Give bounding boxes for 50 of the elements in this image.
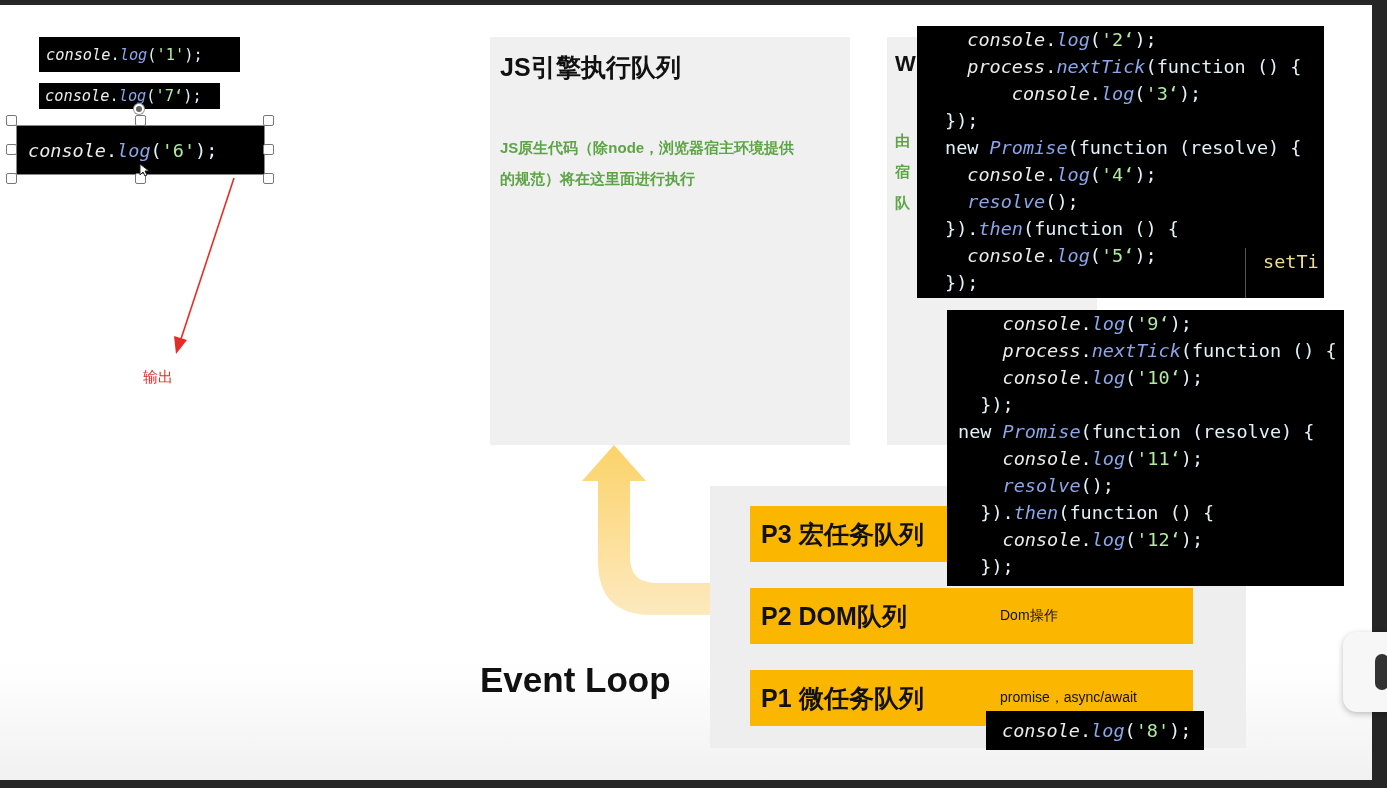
code-line: new Promise(function (resolve) { xyxy=(945,136,1302,160)
code-line: }); xyxy=(979,393,1014,417)
resize-handle[interactable] xyxy=(6,173,17,184)
queue-label: P1 微任务队列 xyxy=(761,682,925,714)
code-line: console.log('1'); xyxy=(46,45,203,64)
code-snippet[interactable]: console.log('8'); xyxy=(986,711,1204,750)
code-line: console.log('6'); xyxy=(28,139,218,161)
panel-title: W xyxy=(895,51,916,77)
code-line: console.log('8'); xyxy=(1002,720,1192,741)
resize-handle[interactable] xyxy=(6,115,17,126)
code-line: console.log('5‘); xyxy=(966,244,1157,268)
resize-handle[interactable] xyxy=(263,115,274,126)
resize-handle[interactable] xyxy=(263,144,274,155)
floating-handle-icon[interactable] xyxy=(1343,632,1387,712)
code-line: console.log('3‘); xyxy=(1010,82,1202,106)
panel-text: JS原生代码（除node，浏览器宿主环境提供 的规范）将在这里面进行执行 xyxy=(500,138,795,189)
code-line: }); xyxy=(945,271,979,295)
resize-handle[interactable] xyxy=(134,115,146,126)
code-line: console.log('4‘); xyxy=(966,163,1157,187)
panel-title: JS引擎执行队列 xyxy=(500,52,681,83)
panel-text: 由 宿 队 xyxy=(895,131,910,213)
code-line: }).then(function () { xyxy=(945,217,1179,241)
code-line: process.nextTick(function () { xyxy=(1001,339,1337,363)
code-line: console.log('7‘); xyxy=(45,87,202,105)
queue-note: promise，async/await xyxy=(1000,689,1137,707)
code-line: console.log('10‘); xyxy=(1001,366,1204,390)
resize-handle[interactable] xyxy=(263,173,274,184)
code-line: console.log('2‘); xyxy=(966,28,1157,52)
code-line: console.log('11‘); xyxy=(1001,447,1204,471)
code-line: console.log('12‘); xyxy=(1001,528,1204,552)
code-line: }); xyxy=(945,109,979,133)
rotate-handle[interactable] xyxy=(133,104,144,114)
code-snippet[interactable]: console.log('6'); xyxy=(17,126,264,174)
code-line: new Promise(function (resolve) { xyxy=(958,420,1315,444)
slide-heading: Event Loop xyxy=(480,660,671,700)
queue-note: Dom操作 xyxy=(1000,607,1058,625)
code-line: process.nextTick(function () { xyxy=(966,55,1302,79)
cursor-icon xyxy=(138,163,151,177)
output-label: 输出 xyxy=(143,368,173,387)
queue-label: P3 宏任务队列 xyxy=(761,518,925,550)
code-snippet[interactable]: console.log('1'); xyxy=(39,37,240,72)
code-line: console.log('9‘); xyxy=(1001,312,1192,336)
code-snippet[interactable]: console.log('7‘); xyxy=(39,83,220,109)
code-line: }); xyxy=(979,555,1014,579)
queue-label: P2 DOM队列 xyxy=(761,600,908,632)
resize-handle[interactable] xyxy=(6,144,17,155)
code-line: }).then(function () { xyxy=(979,501,1215,525)
code-line: resolve(); xyxy=(1001,474,1114,498)
code-line: resolve(); xyxy=(966,190,1079,214)
code-fragment: setTi xyxy=(1263,251,1319,272)
